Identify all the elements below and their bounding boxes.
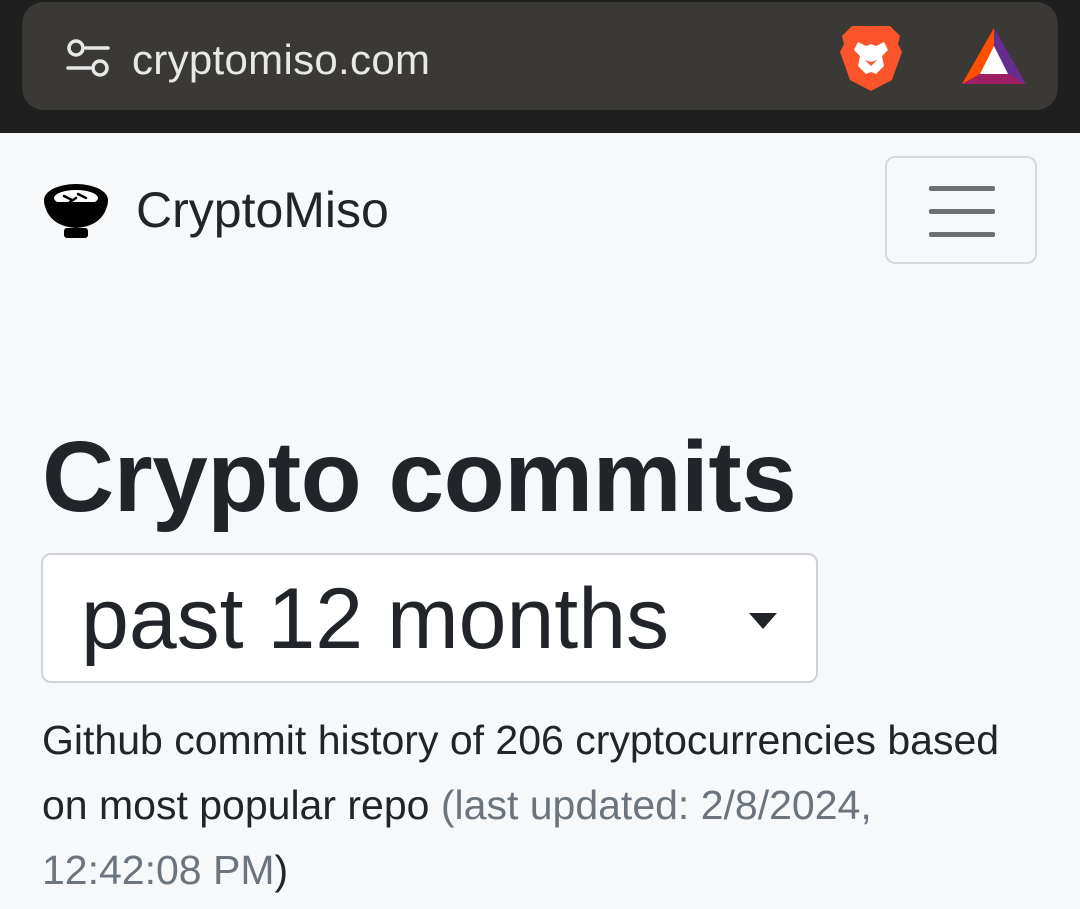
last-updated-prefix: (last updated: (440, 782, 701, 828)
miso-bowl-icon[interactable] (42, 180, 110, 240)
caret-down-icon (749, 613, 777, 629)
tune-icon[interactable] (66, 38, 110, 78)
bat-triangle-icon[interactable] (960, 26, 1028, 86)
url-text[interactable]: cryptomiso.com (132, 32, 430, 88)
page-description: Github commit history of 206 cryptocurre… (42, 708, 1042, 903)
browser-toolbar: cryptomiso.com (0, 0, 1080, 133)
period-select[interactable]: past 12 months (41, 553, 818, 683)
navbar-toggle-button[interactable] (885, 156, 1037, 264)
brave-lion-icon[interactable] (838, 22, 904, 92)
last-updated-suffix: ) (274, 847, 289, 893)
brand-name[interactable]: CryptoMiso (136, 180, 389, 240)
period-selected-value: past 12 months (81, 571, 670, 667)
page-title: Crypto commits (42, 421, 797, 533)
